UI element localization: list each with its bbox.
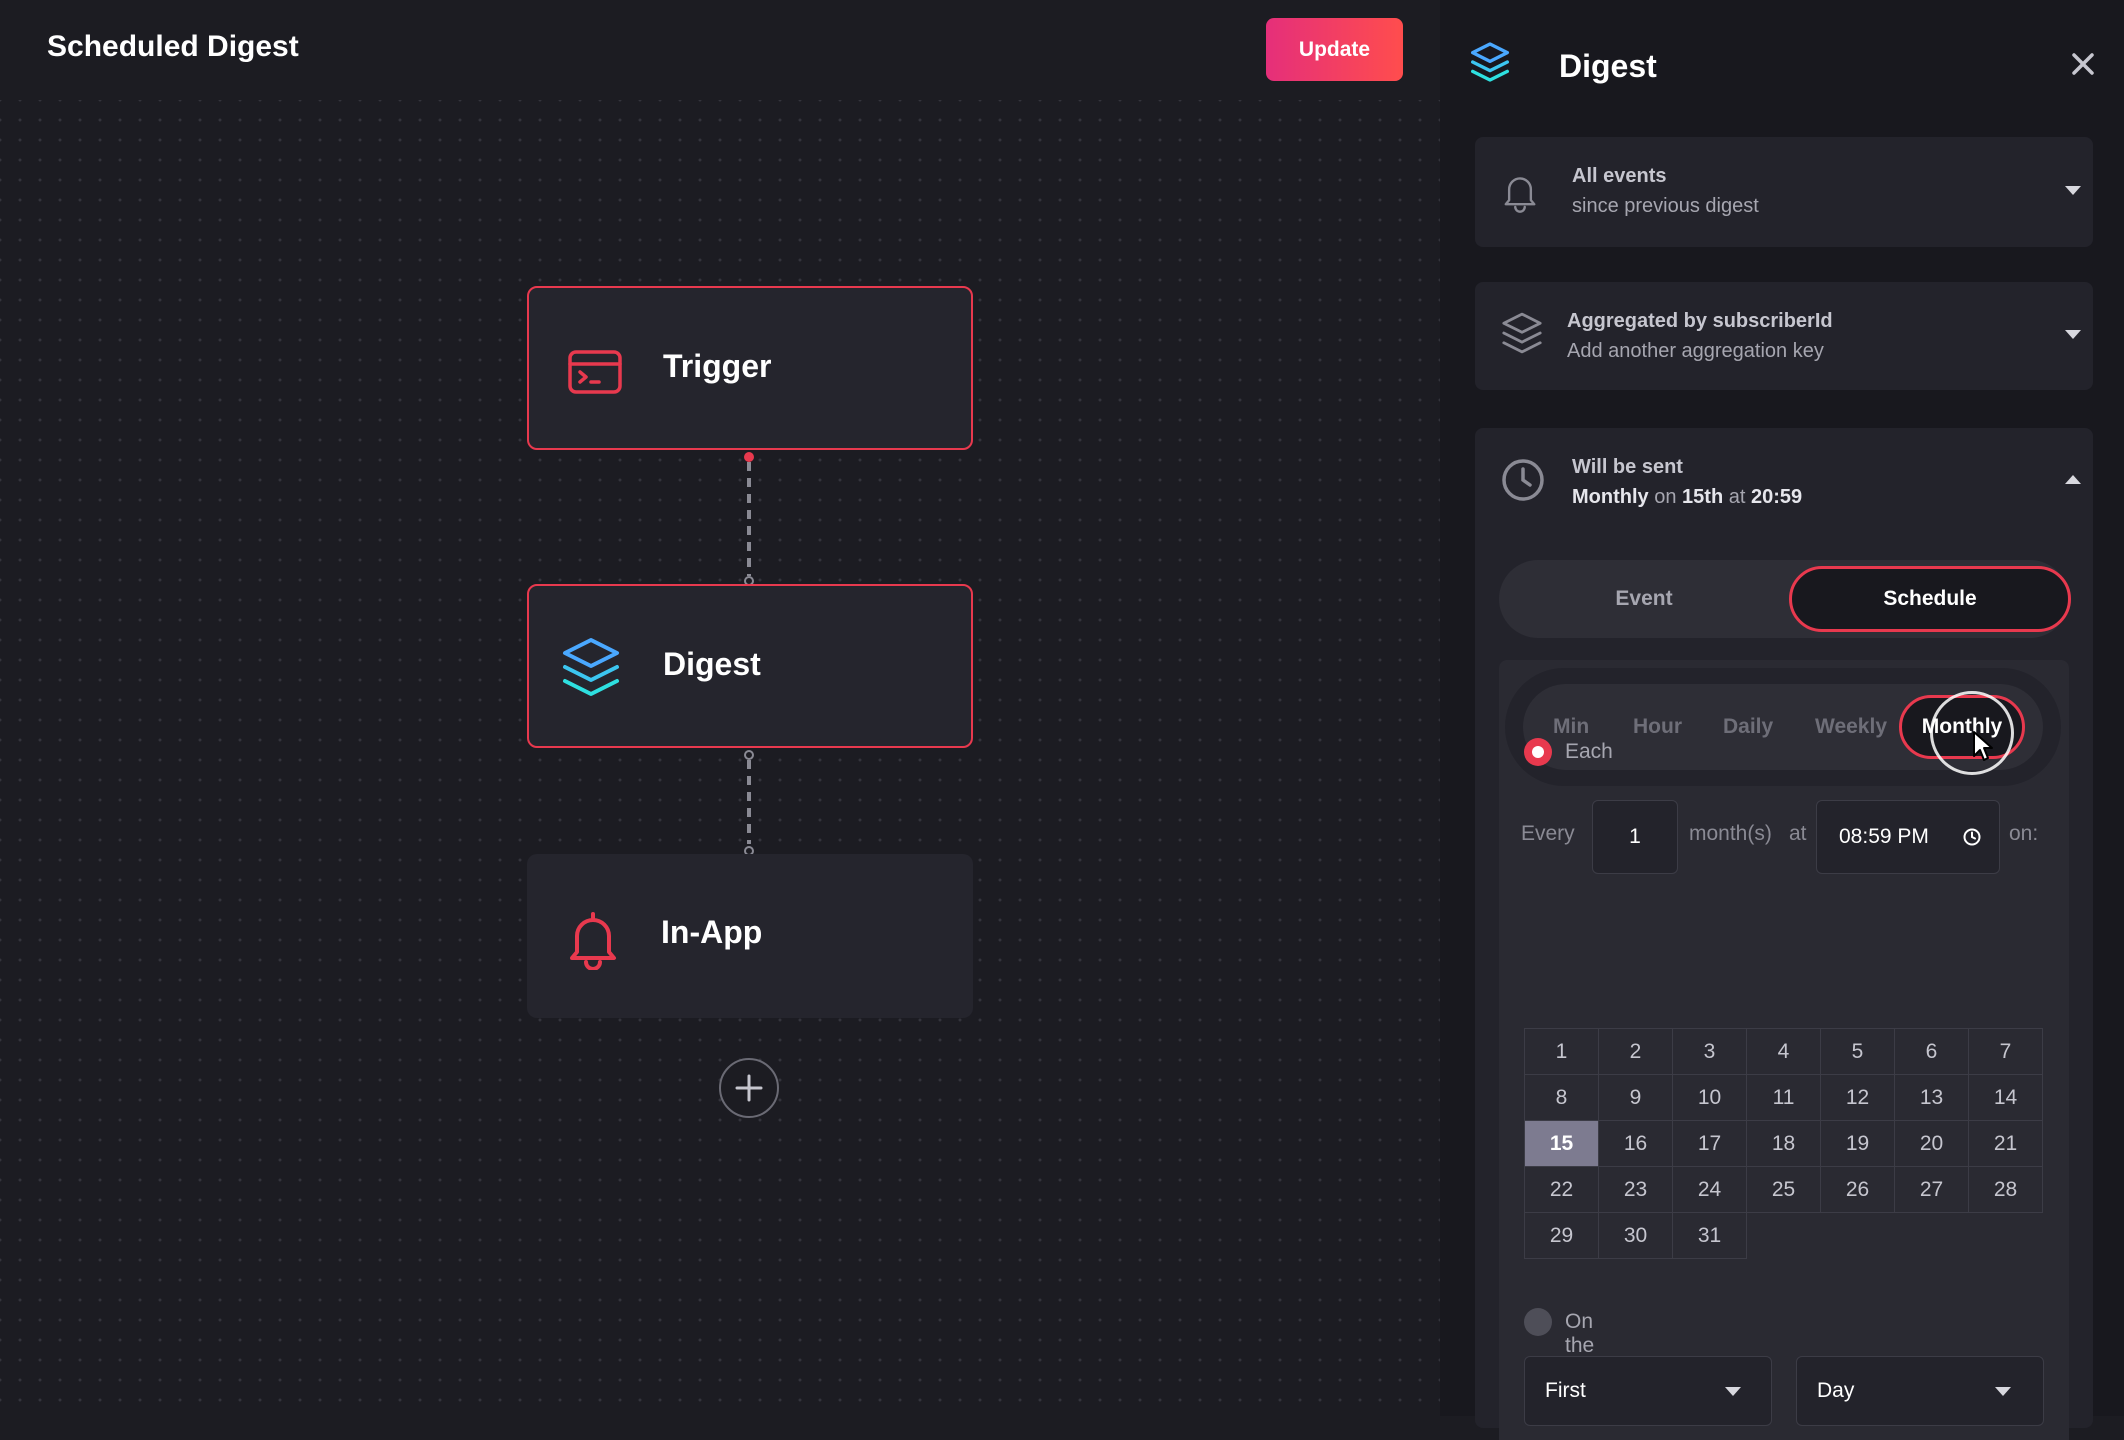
- summary-on-word: on: [1654, 486, 1677, 508]
- on-label: on:: [2009, 822, 2039, 845]
- day-of-month-grid: 1 2 3 4 5 6 7 8 9 10 11 12 13 14 15 16 17 18 19 20 21 22 23 24 2…: [1524, 1028, 2043, 1259]
- day-cell[interactable]: 11: [1747, 1075, 1821, 1121]
- day-cell[interactable]: 5: [1821, 1029, 1895, 1075]
- summary-time: 20:59: [1750, 486, 1803, 508]
- chevron-up-icon[interactable]: [2065, 475, 2081, 484]
- panel-title: Digest: [1559, 48, 1657, 84]
- schedule-title: Will be sent: [1572, 456, 1683, 478]
- unit-label: month(s): [1689, 822, 1772, 845]
- day-cell[interactable]: 24: [1673, 1167, 1747, 1213]
- aggregation-accordion[interactable]: Aggregated by subscriberId Add another a…: [1475, 282, 2093, 390]
- schedule-summary: Monthly on 15th at 20:59: [1572, 486, 1802, 509]
- day-cell[interactable]: 25: [1747, 1167, 1821, 1213]
- summary-day: 15th: [1682, 486, 1724, 508]
- digest-node-label: Digest: [663, 646, 761, 682]
- bell-icon: [1501, 171, 1539, 218]
- on-the-label: On the: [1565, 1310, 1595, 1357]
- inapp-node-label: In-App: [661, 914, 763, 950]
- connector-line: [747, 462, 751, 576]
- day-cell[interactable]: 4: [1747, 1029, 1821, 1075]
- day-cell[interactable]: 10: [1673, 1075, 1747, 1121]
- day-cell[interactable]: 19: [1821, 1121, 1895, 1167]
- day-cell[interactable]: 15: [1525, 1121, 1599, 1167]
- close-icon[interactable]: [2067, 48, 2099, 80]
- connector-line: [747, 760, 751, 844]
- plus-icon: [735, 1074, 763, 1102]
- day-cell[interactable]: 13: [1895, 1075, 1969, 1121]
- day-cell[interactable]: 16: [1599, 1121, 1673, 1167]
- mode-schedule-option[interactable]: Schedule: [1789, 566, 2071, 632]
- day-cell[interactable]: 29: [1525, 1213, 1599, 1259]
- frequency-weekly[interactable]: Weekly: [1815, 684, 1887, 770]
- bell-icon: [565, 910, 621, 971]
- digest-output-handle[interactable]: [744, 750, 754, 760]
- workflow-canvas[interactable]: Scheduled Digest Update Trigger Digest I…: [0, 0, 1440, 1416]
- day-cell[interactable]: 17: [1673, 1121, 1747, 1167]
- day-cell[interactable]: 9: [1599, 1075, 1673, 1121]
- chevron-down-icon[interactable]: [2065, 330, 2081, 339]
- frequency-hour[interactable]: Hour: [1633, 684, 1682, 770]
- day-cell[interactable]: 14: [1969, 1075, 2043, 1121]
- interval-input[interactable]: [1592, 800, 1678, 874]
- day-cell[interactable]: 23: [1599, 1167, 1673, 1213]
- clock-icon: [1501, 458, 1545, 507]
- layers-icon: [561, 636, 619, 696]
- events-subtitle: since previous digest: [1572, 195, 1759, 217]
- terminal-icon: [567, 344, 623, 400]
- day-cell[interactable]: 28: [1969, 1167, 2043, 1213]
- every-label: Every: [1521, 822, 1575, 845]
- layers-icon: [1470, 40, 1510, 89]
- frequency-daily[interactable]: Daily: [1723, 684, 1773, 770]
- time-value: 08:59 PM: [1839, 825, 1929, 848]
- day-cell[interactable]: 6: [1895, 1029, 1969, 1075]
- update-button[interactable]: Update: [1266, 18, 1403, 81]
- digest-node[interactable]: Digest: [527, 584, 973, 748]
- canvas-header: Scheduled Digest Update: [0, 0, 1440, 100]
- trigger-node-label: Trigger: [663, 348, 772, 384]
- time-picker[interactable]: 08:59 PM: [1816, 800, 2000, 874]
- trigger-node[interactable]: Trigger: [527, 286, 973, 450]
- mode-toggle: Event Schedule: [1499, 560, 2071, 638]
- schedule-accordion[interactable]: Will be sent Monthly on 15th at 20:59 Ev…: [1475, 428, 2093, 1440]
- ordinal-value: First: [1545, 1379, 1586, 1402]
- add-step-button[interactable]: [719, 1058, 779, 1118]
- frequency-selector: Min Hour Daily Weekly Monthly: [1505, 668, 2061, 786]
- summary-at-word: at: [1728, 486, 1746, 508]
- events-accordion[interactable]: All events since previous digest: [1475, 137, 2093, 247]
- inapp-node[interactable]: In-App: [527, 854, 973, 1018]
- events-title: All events: [1572, 165, 1667, 187]
- day-cell[interactable]: 22: [1525, 1167, 1599, 1213]
- aggregation-title: Aggregated by subscriberId: [1567, 310, 1833, 332]
- day-cell[interactable]: 30: [1599, 1213, 1673, 1259]
- day-cell[interactable]: 7: [1969, 1029, 2043, 1075]
- day-cell[interactable]: 1: [1525, 1029, 1599, 1075]
- day-cell[interactable]: 18: [1747, 1121, 1821, 1167]
- at-label: at: [1789, 822, 1807, 845]
- day-cell[interactable]: 2: [1599, 1029, 1673, 1075]
- day-cell[interactable]: 26: [1821, 1167, 1895, 1213]
- layers-icon: [1501, 310, 1543, 361]
- aggregation-subtitle: Add another aggregation key: [1567, 340, 1824, 362]
- page-title: Scheduled Digest: [47, 30, 299, 63]
- day-cell[interactable]: 8: [1525, 1075, 1599, 1121]
- day-cell[interactable]: 20: [1895, 1121, 1969, 1167]
- frequency-monthly[interactable]: Monthly: [1899, 695, 2025, 759]
- clock-icon: [1963, 828, 1981, 851]
- summary-frequency: Monthly: [1572, 486, 1649, 508]
- chevron-down-icon[interactable]: [2065, 186, 2081, 195]
- mode-event-option[interactable]: Event: [1499, 560, 1789, 638]
- day-cell[interactable]: 12: [1821, 1075, 1895, 1121]
- day-cell[interactable]: 3: [1673, 1029, 1747, 1075]
- each-label: Each: [1565, 740, 1613, 763]
- chevron-down-icon: [1995, 1387, 2011, 1396]
- weekday-value: Day: [1817, 1379, 1855, 1402]
- day-cell[interactable]: 27: [1895, 1167, 1969, 1213]
- interval-row: Every month(s) at 08:59 PM on:: [1499, 800, 2069, 876]
- trigger-output-handle[interactable]: [744, 452, 754, 462]
- on-the-radio[interactable]: [1524, 1308, 1552, 1336]
- chevron-down-icon: [1725, 1387, 1741, 1396]
- day-cell[interactable]: 31: [1673, 1213, 1747, 1259]
- each-radio[interactable]: [1524, 738, 1552, 766]
- day-cell[interactable]: 21: [1969, 1121, 2043, 1167]
